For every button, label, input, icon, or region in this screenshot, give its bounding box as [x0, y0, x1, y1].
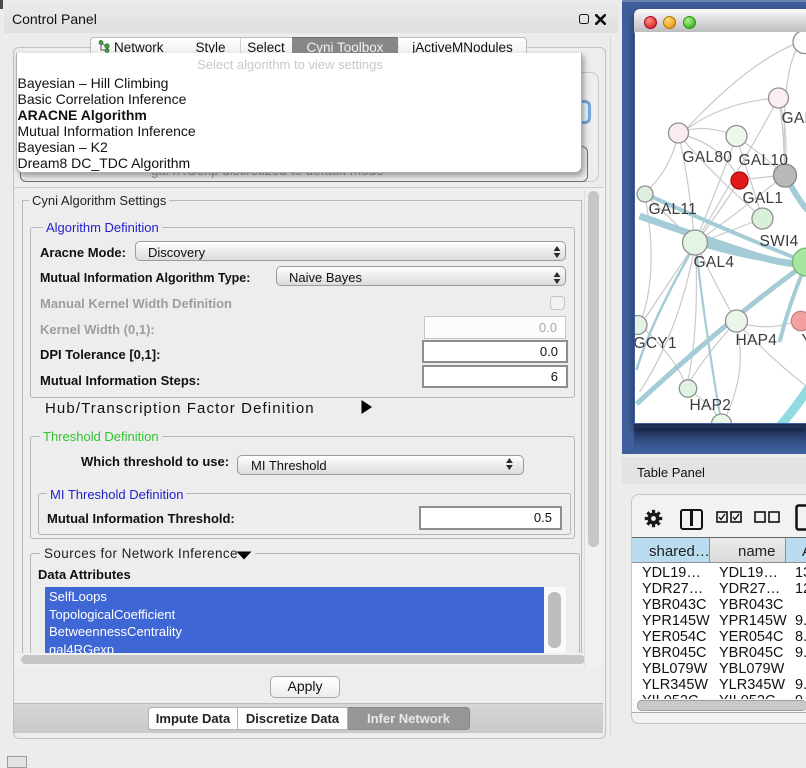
- svg-text:GAL4: GAL4: [694, 254, 735, 271]
- svg-text:HAP2: HAP2: [690, 397, 732, 414]
- svg-text:GAL80: GAL80: [683, 149, 733, 166]
- svg-text:YM: YM: [802, 332, 806, 349]
- svg-text:GAL1: GAL1: [743, 190, 784, 207]
- svg-text:GAL10: GAL10: [739, 152, 789, 169]
- svg-text:GAL7: GAL7: [782, 110, 806, 127]
- svg-text:GAL11: GAL11: [649, 201, 698, 218]
- svg-text:GCY1: GCY1: [635, 335, 677, 352]
- svg-text:HAP4: HAP4: [736, 332, 778, 349]
- svg-text:SWI4: SWI4: [760, 233, 799, 250]
